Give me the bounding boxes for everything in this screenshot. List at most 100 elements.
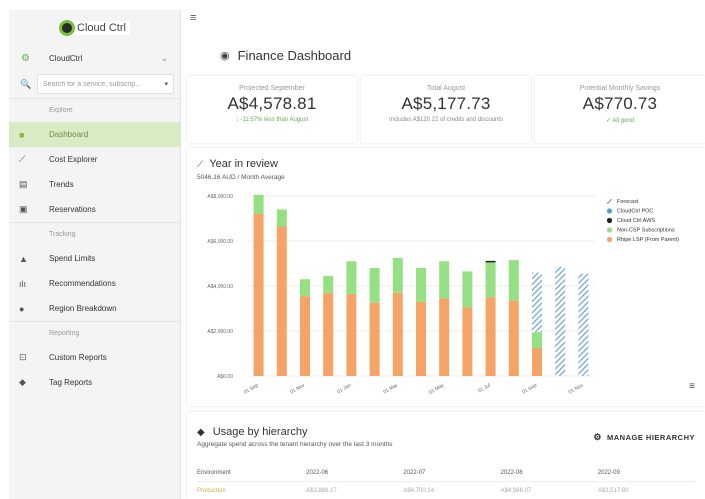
sidebar-item-tag-reports[interactable]: ◆ Tag Reports xyxy=(9,370,180,395)
bar-segment xyxy=(276,209,287,227)
x-tick-label: 01 Nov xyxy=(289,382,306,395)
gear-icon: ⚙ xyxy=(21,52,30,64)
bar-segment xyxy=(300,296,310,376)
section-tracking: Tracking xyxy=(9,222,180,246)
kpi-label: Potential Monthly Savings xyxy=(579,85,661,92)
bar-segment xyxy=(346,261,357,294)
kpi-value: A$770.73 xyxy=(582,94,658,113)
legend-label: CloudCtrl POC xyxy=(617,209,653,215)
kpi-label: Projected September xyxy=(239,85,305,92)
kpi-card-total: Total August A$5,177.73 Includes A$120.2… xyxy=(361,76,531,143)
bar-segment xyxy=(392,292,403,376)
sidebar-item-dashboard[interactable]: ■ Dashboard xyxy=(9,122,180,147)
caret-down-icon: ▾ xyxy=(164,81,168,88)
brand[interactable]: Cloud Ctrl xyxy=(9,10,180,46)
bar-segment xyxy=(462,307,473,376)
y-tick-label: A$8,000.00 xyxy=(207,194,233,200)
column-header[interactable]: Environment xyxy=(197,470,306,476)
bar-segment xyxy=(253,194,264,214)
usage-panel: ◆ Usage by hierarchy Aggregate spend acr… xyxy=(187,412,705,499)
table-cell[interactable]: Production xyxy=(197,488,306,494)
sidebar-item-reservations[interactable]: ▣ Reservations xyxy=(9,197,180,222)
y-tick-label: A$4,000.00 xyxy=(207,284,233,290)
section-reporting: Reporting xyxy=(9,321,180,345)
kpi-trend: ↓ -11.57% less than August xyxy=(187,117,357,123)
trends-icon: ▤ xyxy=(19,179,28,189)
legend-label: Non-CSP Subscriptions xyxy=(617,228,675,234)
legend-swatch xyxy=(607,199,612,204)
sidebar-item-cost-explorer[interactable]: ⟋ Cost Explorer xyxy=(9,147,180,172)
chart-title: ⟋ Year in review xyxy=(197,158,278,170)
bar-segment xyxy=(323,275,334,293)
x-tick-label: 01 May xyxy=(428,382,446,396)
gear-icon: ⚙ xyxy=(593,432,602,442)
bar-segment xyxy=(532,347,542,376)
bar-segment xyxy=(578,273,589,376)
usage-title-text: Usage by hierarchy xyxy=(212,426,308,438)
tenant-selector[interactable]: ⚙ CloudCtrl ⌄ xyxy=(9,46,180,70)
bars-icon: ılı xyxy=(19,278,27,289)
hamburger-menu-icon[interactable]: ≡ xyxy=(190,12,196,24)
column-header[interactable]: 2022-07 xyxy=(403,470,500,476)
kpi-status-text: All good xyxy=(612,118,635,124)
sidebar-item-label: Reservations xyxy=(49,205,96,214)
bar-segment xyxy=(323,292,334,376)
x-tick-label: 01 Jan xyxy=(336,382,352,395)
manage-hierarchy-button[interactable]: ⚙ MANAGE HIERARCHY xyxy=(593,432,695,443)
sidebar-item-custom-reports[interactable]: ⊡ Custom Reports xyxy=(9,345,180,370)
kpi-card-projected: Projected September A$4,578.81 ↓ -11.57%… xyxy=(187,76,357,143)
usage-table: Environment 2022-06 2022-07 2022-08 2022… xyxy=(197,464,695,499)
bar-segment xyxy=(369,302,380,376)
piggy-bank-icon: ◉ xyxy=(220,50,230,62)
year-in-review-chart: A$0.00 A$2,000.00 A$4,000.00 A$6,000.00 A$8,… xyxy=(207,194,679,396)
bar-segment xyxy=(439,261,450,299)
page-title: ◉ Finance Dashboard xyxy=(220,48,351,63)
chart-subtitle: 5046.16 AUD / Month Average xyxy=(197,174,285,181)
sidebar-item-label: Spend Limits xyxy=(49,254,96,263)
kpi-note: Includes A$120.22 of credits and discoun… xyxy=(388,117,504,123)
search-icon: 🔍 xyxy=(20,78,32,89)
sidebar-item-label: Region Breakdown xyxy=(49,304,117,313)
legend-swatch xyxy=(606,236,613,243)
kpi-card-savings: Potential Monthly Savings A$770.73 ✓ All… xyxy=(535,76,705,143)
x-tick-label: 01 Sep xyxy=(243,382,260,395)
bar-segment xyxy=(346,293,357,376)
sidebar-item-recommendations[interactable]: ılı Recommendations xyxy=(9,271,180,296)
search-bar: 🔍 Search for a service, subscrip... ▾ xyxy=(9,70,180,98)
bar-segment xyxy=(462,271,473,308)
sidebar-item-trends[interactable]: ▤ Trends xyxy=(9,172,180,197)
sidebar-item-label: Cost Explorer xyxy=(49,155,98,164)
sidebar: Cloud Ctrl ⚙ CloudCtrl ⌄ 🔍 Search for a … xyxy=(9,10,181,499)
y-tick-label: A$0.00 xyxy=(217,374,233,380)
sidebar-item-region-breakdown[interactable]: ● Region Breakdown xyxy=(9,296,180,321)
usage-subtitle: Aggregate spend across the tenant hierar… xyxy=(197,441,393,448)
search-placeholder: Search for a service, subscrip... xyxy=(43,80,142,88)
sidebar-item-spend-limits[interactable]: ▲ Spend Limits xyxy=(9,246,180,271)
legend-swatch xyxy=(606,208,613,214)
cloudctrl-logo: Cloud Ctrl xyxy=(59,20,130,36)
chart-line-icon: ⟋ xyxy=(19,154,26,164)
chart-line-icon: ⟋ xyxy=(197,158,204,169)
bar-segment xyxy=(416,301,426,376)
table-cell: A$4,986.07 xyxy=(500,487,532,494)
bar-segment xyxy=(532,272,542,333)
brand-name: Cloud Ctrl xyxy=(71,21,130,35)
x-tick-label: 01 Sep xyxy=(521,382,538,395)
kpi-status: ✓ All good xyxy=(535,117,705,124)
kpi-value: A$5,177.73 xyxy=(401,94,491,113)
column-header[interactable]: 2022-06 xyxy=(306,470,403,476)
year-in-review-panel: A$0.00 A$2,000.00 A$4,000.00 A$6,000.00 A$8,… xyxy=(187,148,705,406)
bar-segment xyxy=(253,214,264,376)
bar-segment xyxy=(439,298,450,376)
legend-swatch xyxy=(606,227,613,233)
x-tick-label: 01 Mar xyxy=(382,382,399,395)
y-tick-label: A$2,000.00 xyxy=(207,329,233,335)
column-header[interactable]: 2022-08 xyxy=(501,470,598,476)
column-header[interactable]: 2022-09 xyxy=(598,470,695,476)
chart-menu-icon[interactable]: ≡ xyxy=(689,381,695,392)
x-tick-label: 01 Jul xyxy=(477,383,492,395)
bar-segment xyxy=(508,300,519,376)
search-input[interactable]: Search for a service, subscrip... ▾ xyxy=(37,74,174,94)
chevron-down-icon: ⌄ xyxy=(160,52,168,63)
bar-segment xyxy=(485,297,496,376)
